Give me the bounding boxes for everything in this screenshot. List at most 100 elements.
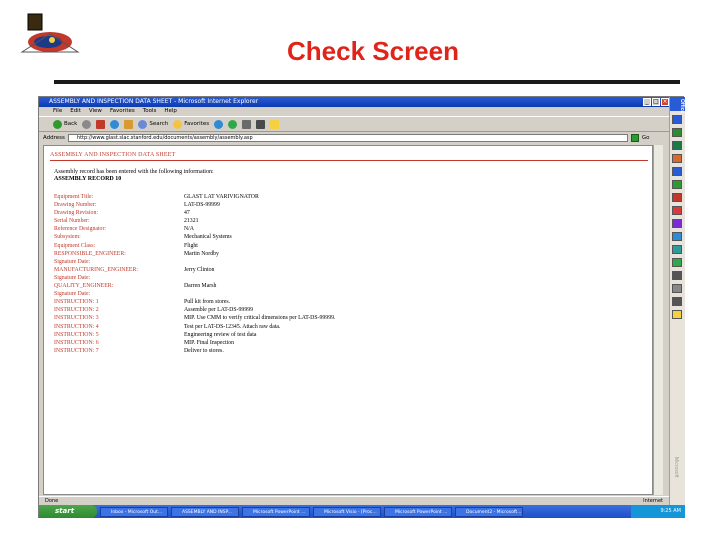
field-row: RESPONSIBLE_ENGINEER: Martin Nordby bbox=[54, 250, 574, 258]
field-row: Drawing Number: LAT-DS-99999 bbox=[54, 201, 574, 209]
field-value: Engineering review of test data bbox=[184, 331, 257, 338]
media-icon[interactable] bbox=[214, 119, 224, 129]
field-label: QUALITY_ENGINEER: bbox=[54, 283, 114, 290]
maximize-button[interactable]: □ bbox=[652, 98, 660, 106]
office-app-icon[interactable] bbox=[672, 193, 682, 202]
field-label: INSTRUCTION: 2 bbox=[54, 307, 99, 314]
menu-item-favorites[interactable]: Favorites bbox=[110, 107, 135, 116]
office-app-icon[interactable] bbox=[672, 206, 682, 215]
field-value: Martin Nordby bbox=[184, 250, 219, 257]
office-app-icon[interactable] bbox=[672, 258, 682, 267]
field-label: INSTRUCTION: 6 bbox=[54, 339, 99, 346]
office-app-icon[interactable] bbox=[672, 167, 682, 176]
field-label: Reference Designator: bbox=[54, 226, 106, 233]
field-label: Subsystem: bbox=[54, 234, 81, 241]
back-button[interactable]: Back bbox=[53, 119, 77, 129]
menu-item-file[interactable]: File bbox=[53, 107, 62, 116]
search-button[interactable]: Search bbox=[138, 119, 168, 129]
office-app-icon[interactable] bbox=[672, 271, 682, 280]
field-row: MANUFACTURING_ENGINEER: Jerry Clinton bbox=[54, 266, 574, 274]
history-icon[interactable] bbox=[228, 119, 238, 129]
address-input[interactable]: http://www.glast.slac.stanford.edu/docum… bbox=[67, 134, 628, 142]
web-page: ASSEMBLY AND INSPECTION DATA SHEET Assem… bbox=[43, 145, 653, 495]
field-row: INSTRUCTION: 4 Test per LAT-DS-12345. Att… bbox=[54, 323, 574, 331]
office-app-icon[interactable] bbox=[672, 284, 682, 293]
menu-item-view[interactable]: View bbox=[89, 107, 102, 116]
taskbar-button[interactable]: Microsoft Visio - [Proc... bbox=[313, 506, 381, 517]
screenshot-frame: ASSEMBLY AND INSPECTION DATA SHEET - Mic… bbox=[38, 96, 685, 518]
office-app-icon[interactable] bbox=[672, 232, 682, 241]
taskbar-button[interactable]: Microsoft PowerPoint ... bbox=[242, 506, 310, 517]
slide-title: Check Screen bbox=[287, 36, 459, 66]
field-row: INSTRUCTION: 3 MIP. Use CMM to verify cri… bbox=[54, 314, 574, 322]
menu-item-edit[interactable]: Edit bbox=[70, 107, 81, 116]
star-icon bbox=[173, 119, 183, 129]
go-arrow-icon[interactable] bbox=[630, 134, 639, 142]
vertical-scrollbar[interactable] bbox=[653, 145, 663, 495]
field-label: Signature Date: bbox=[54, 274, 91, 281]
field-label: Equipment Title: bbox=[54, 194, 94, 200]
field-row: Signature Date: bbox=[54, 258, 574, 266]
field-row: INSTRUCTION: 5 Engineering review of test… bbox=[54, 331, 574, 339]
forward-arrow-icon[interactable] bbox=[82, 119, 92, 129]
menu-item-help[interactable]: Help bbox=[164, 107, 177, 116]
address-label: Address bbox=[43, 135, 65, 141]
field-label: Signature Date: bbox=[54, 258, 91, 265]
field-value: MIP. Use CMM to verify critical dimensio… bbox=[184, 315, 336, 322]
refresh-icon[interactable] bbox=[110, 119, 120, 129]
browser-toolbar: Back Search Favorites bbox=[39, 116, 669, 132]
field-row: INSTRUCTION: 2 Assemble per LAT-DS-99999 bbox=[54, 306, 574, 314]
taskbar-button[interactable]: ASSEMBLY AND INSP... bbox=[171, 506, 239, 517]
folder-icon[interactable] bbox=[270, 119, 280, 129]
office-app-icon[interactable] bbox=[672, 245, 682, 254]
close-button[interactable]: × bbox=[661, 98, 669, 106]
field-value: Mechanical Systems bbox=[184, 234, 232, 241]
office-app-icon[interactable] bbox=[672, 141, 682, 150]
stop-icon[interactable] bbox=[96, 119, 106, 129]
office-app-icon[interactable] bbox=[672, 297, 682, 306]
status-bar: Done Internet bbox=[39, 496, 669, 505]
field-row: QUALITY_ENGINEER: Darren Marsh bbox=[54, 282, 574, 290]
start-button[interactable]: start bbox=[39, 505, 97, 518]
favorites-button[interactable]: Favorites bbox=[173, 119, 209, 129]
field-label: RESPONSIBLE_ENGINEER: bbox=[54, 250, 126, 257]
field-row: INSTRUCTION: 6 MIP. Final Inspection bbox=[54, 339, 574, 347]
print-icon[interactable] bbox=[256, 119, 266, 129]
taskbar-button[interactable]: Microsoft PowerPoint ... bbox=[384, 506, 452, 517]
field-value: Assemble per LAT-DS-99999 bbox=[184, 307, 254, 314]
office-app-icon[interactable] bbox=[672, 154, 682, 163]
field-value: Flight bbox=[184, 242, 198, 249]
taskbar-button[interactable]: Document2 - Microsoft... bbox=[455, 506, 523, 517]
field-value: LAT-DS-99999 bbox=[184, 202, 220, 209]
office-app-icon[interactable] bbox=[672, 219, 682, 228]
system-clock: 9:25 AM bbox=[631, 505, 685, 518]
field-value: Darren Marsh bbox=[184, 283, 217, 290]
window-titlebar: ASSEMBLY AND INSPECTION DATA SHEET - Mic… bbox=[39, 97, 669, 107]
field-row: Signature Date: bbox=[54, 274, 574, 282]
office-bar-title: Office bbox=[670, 97, 685, 113]
go-button[interactable]: Go bbox=[642, 135, 650, 141]
heading-divider bbox=[50, 160, 648, 161]
back-arrow-icon bbox=[53, 119, 62, 129]
office-app-icon[interactable] bbox=[672, 310, 682, 319]
field-label: INSTRUCTION: 7 bbox=[54, 347, 99, 354]
menu-item-tools[interactable]: Tools bbox=[143, 107, 157, 116]
taskbar-button[interactable]: Inbox - Microsoft Out... bbox=[100, 506, 168, 517]
field-label: Equipment Class: bbox=[54, 242, 96, 249]
office-app-icon[interactable] bbox=[672, 115, 682, 124]
field-row: Drawing Revision: 47 bbox=[54, 209, 574, 217]
office-app-icon[interactable] bbox=[672, 180, 682, 189]
field-row: Serial Number: 21321 bbox=[54, 217, 574, 225]
minimize-button[interactable]: _ bbox=[643, 98, 651, 106]
mail-icon[interactable] bbox=[242, 119, 252, 129]
field-row: Subsystem: Mechanical Systems bbox=[54, 233, 574, 241]
home-icon[interactable] bbox=[124, 119, 134, 129]
field-label: Serial Number: bbox=[54, 218, 90, 225]
sheet-heading: ASSEMBLY AND INSPECTION DATA SHEET bbox=[50, 152, 176, 158]
intro-text: Assembly record has been entered with th… bbox=[54, 169, 214, 175]
field-row: INSTRUCTION: 7 Deliver to stores. bbox=[54, 347, 574, 355]
office-app-icon[interactable] bbox=[672, 128, 682, 137]
field-value: MIP. Final Inspection bbox=[184, 339, 235, 346]
taskbar: start Inbox - Microsoft Out... ASSEMBLY A… bbox=[39, 505, 685, 518]
field-label: INSTRUCTION: 1 bbox=[54, 299, 99, 306]
